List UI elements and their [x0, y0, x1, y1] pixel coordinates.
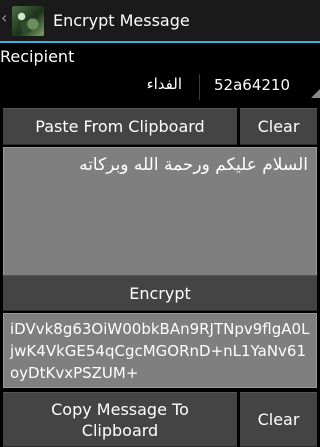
recipient-name: الفداء [146, 75, 182, 93]
page-title: Encrypt Message [53, 11, 190, 30]
paste-from-clipboard-button[interactable]: Paste From Clipboard [3, 108, 237, 145]
spinner-arrow-icon [311, 89, 320, 98]
encrypt-button[interactable]: Encrypt [3, 275, 317, 311]
app-icon[interactable] [12, 6, 44, 36]
copy-to-clipboard-button[interactable]: Copy Message To Clipboard [3, 392, 237, 447]
divider [199, 74, 200, 100]
message-input[interactable]: السلام عليكم ورحمة الله وبركاته [3, 147, 317, 280]
encrypted-output[interactable]: iDVvk8g63OiW00bkBAn9RJTNpv9flgA0LjwK4VkG… [3, 313, 317, 388]
recipient-label: Recipient [0, 47, 75, 66]
action-bar: ‹ Encrypt Message [0, 0, 320, 43]
recipient-id: 52a64210 [214, 76, 290, 94]
chevron-left-icon[interactable]: ‹ [1, 10, 7, 26]
recipient-spinner[interactable]: الفداء 52a64210 [0, 70, 320, 104]
clear-encrypted-button[interactable]: Clear [240, 392, 317, 447]
clear-message-button[interactable]: Clear [240, 108, 317, 145]
